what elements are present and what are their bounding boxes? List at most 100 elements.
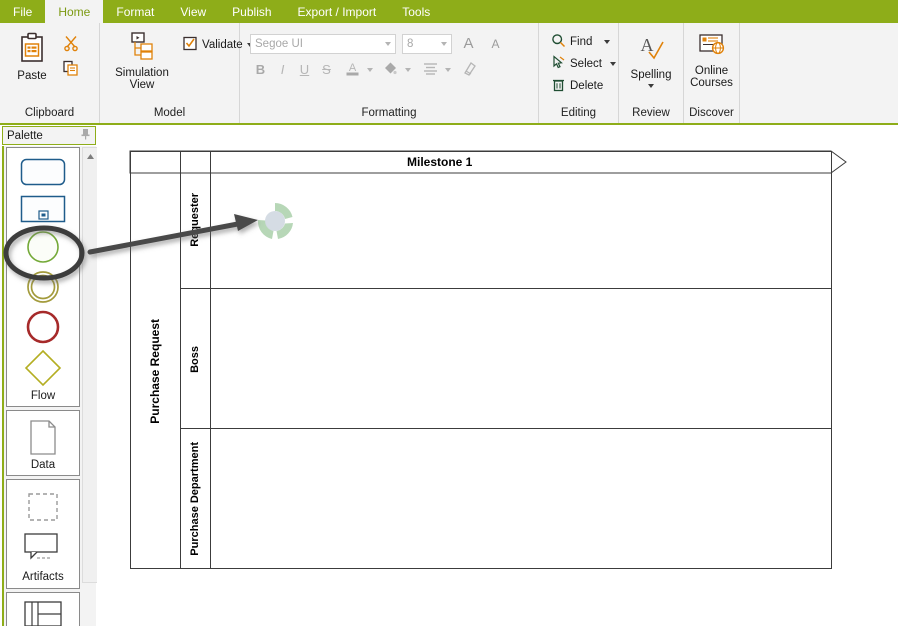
strikethrough-icon: S xyxy=(322,62,331,77)
menu-tab-home[interactable]: Home xyxy=(45,0,104,23)
ribbon-group-review: A Spelling Review xyxy=(619,23,684,123)
menu-tab-file[interactable]: File xyxy=(0,0,45,23)
palette-item-data-object-shape[interactable] xyxy=(12,417,74,458)
palette-item-group-shape[interactable] xyxy=(12,486,74,528)
chevron-down-icon[interactable] xyxy=(441,41,447,46)
palette-section-label-flow: Flow xyxy=(30,390,56,402)
chevron-down-icon[interactable] xyxy=(648,84,654,88)
ribbon-group-formatting: Segoe UI 8 A A B I U S A Formatting xyxy=(240,23,539,123)
lane-label-requester: Requester xyxy=(180,151,210,289)
palette-item-pool-shape[interactable] xyxy=(12,599,74,626)
underline-button[interactable]: U xyxy=(294,59,315,80)
menu-tab-publish[interactable]: Publish xyxy=(219,0,284,23)
shrink-font-button[interactable]: A xyxy=(485,33,506,54)
menu-tab-format[interactable]: Format xyxy=(103,0,167,23)
lane-label-purchase-department: Purchase Department xyxy=(180,429,210,569)
validate-label: Validate xyxy=(202,38,243,51)
group-label-editing: Editing xyxy=(560,107,597,119)
strikethrough-button[interactable]: S xyxy=(316,59,337,80)
italic-button[interactable]: I xyxy=(272,59,293,80)
lane-label-purchase-department-text: Purchase Department xyxy=(189,442,201,556)
search-icon xyxy=(551,33,566,51)
underline-icon: U xyxy=(299,62,310,77)
chevron-down-icon xyxy=(404,67,411,72)
font-color-dropdown[interactable] xyxy=(364,59,375,80)
palette-header: Palette xyxy=(2,126,96,145)
paste-label: Paste xyxy=(17,70,47,82)
font-color-icon: A xyxy=(344,60,361,80)
palette-item-task-shape[interactable] xyxy=(12,154,74,191)
pool-label-text: Purchase Request xyxy=(148,318,162,424)
menu-tab-tools[interactable]: Tools xyxy=(389,0,443,23)
checkbox-checked-icon xyxy=(182,35,198,54)
online-courses-button[interactable]: Online Courses xyxy=(687,29,737,92)
fill-color-button[interactable] xyxy=(380,59,401,80)
spelling-label: Spelling xyxy=(630,69,672,81)
chevron-down-icon[interactable] xyxy=(385,41,391,46)
lane-label-requester-text: Requester xyxy=(189,193,201,247)
delete-label: Delete xyxy=(570,80,604,92)
align-button[interactable] xyxy=(420,59,441,80)
palette-section-data: Data xyxy=(6,410,80,476)
pin-icon[interactable] xyxy=(80,128,91,143)
palette-item-subprocess-shape[interactable] xyxy=(12,191,74,228)
cursor-icon xyxy=(551,55,566,73)
palette-section-label-artifacts: Artifacts xyxy=(22,571,64,583)
bold-button[interactable]: B xyxy=(250,59,271,80)
palette-panel: Flow Data Artifacts xyxy=(2,146,98,626)
online-courses-label2: Courses xyxy=(690,77,733,89)
grow-font-button[interactable]: A xyxy=(458,33,479,54)
spellcheck-icon: A xyxy=(634,34,668,67)
fill-color-dropdown[interactable] xyxy=(402,59,413,80)
palette-section-label-data: Data xyxy=(30,459,56,471)
palette-scrollbar[interactable] xyxy=(82,147,98,583)
svg-text:A: A xyxy=(349,62,357,74)
menu-tab-export-import[interactable]: Export / Import xyxy=(285,0,390,23)
font-color-button[interactable]: A xyxy=(342,59,363,80)
ribbon-filler xyxy=(740,23,898,123)
grow-font-icon: A xyxy=(463,35,474,52)
trash-icon xyxy=(551,77,566,95)
pool-outline xyxy=(129,150,847,569)
select-button[interactable]: Select xyxy=(547,53,620,75)
cut-button[interactable] xyxy=(58,32,84,57)
font-size-select[interactable]: 8 xyxy=(402,33,452,54)
paste-button[interactable]: Paste xyxy=(6,28,58,85)
scissors-icon xyxy=(62,34,80,55)
svg-text:A: A xyxy=(641,35,654,55)
palette-item-end-event-shape[interactable] xyxy=(12,307,74,347)
palette-section-pool xyxy=(6,592,80,626)
palette-section-flow: Flow xyxy=(6,147,80,407)
chevron-down-icon[interactable] xyxy=(604,40,611,44)
lane-label-boss: Boss xyxy=(180,289,210,429)
diagram-canvas[interactable]: Purchase Request Requester Boss Purchase… xyxy=(97,126,898,626)
palette-item-annotation-shape[interactable] xyxy=(12,528,74,570)
align-dropdown[interactable] xyxy=(442,59,453,80)
menu-bar: File Home Format View Publish Export / I… xyxy=(0,0,898,23)
align-icon xyxy=(422,60,439,80)
fill-icon xyxy=(382,60,399,80)
chevron-down-icon xyxy=(444,67,451,72)
application-window: File Home Format View Publish Export / I… xyxy=(0,0,898,626)
group-label-review: Review xyxy=(632,107,670,119)
online-courses-label: Online xyxy=(694,65,729,77)
scroll-up-arrow-icon[interactable] xyxy=(84,149,96,163)
group-label-clipboard: Clipboard xyxy=(24,107,75,119)
select-label: Select xyxy=(570,58,602,70)
menu-tab-view[interactable]: View xyxy=(167,0,219,23)
delete-button[interactable]: Delete xyxy=(547,75,607,97)
ribbon-group-discover: Online Courses Discover xyxy=(684,23,740,123)
ribbon-group-editing: Find Select Delete Editing xyxy=(539,23,619,123)
find-label: Find xyxy=(570,36,593,48)
palette-item-gateway-shape[interactable] xyxy=(12,347,74,389)
simulation-view-button[interactable]: Simulation View xyxy=(106,27,178,94)
milestone-title: Milestone 1 xyxy=(407,155,473,169)
format-painter-button[interactable] xyxy=(460,59,481,80)
copy-button[interactable] xyxy=(58,57,84,82)
chevron-down-icon[interactable] xyxy=(609,62,616,66)
find-button[interactable]: Find xyxy=(547,31,614,53)
palette-item-start-event-shape[interactable] xyxy=(12,227,74,267)
spelling-button[interactable]: A Spelling xyxy=(625,31,677,91)
palette-item-intermediate-event-shape[interactable] xyxy=(12,267,74,307)
font-name-select[interactable]: Segoe UI xyxy=(250,33,396,54)
